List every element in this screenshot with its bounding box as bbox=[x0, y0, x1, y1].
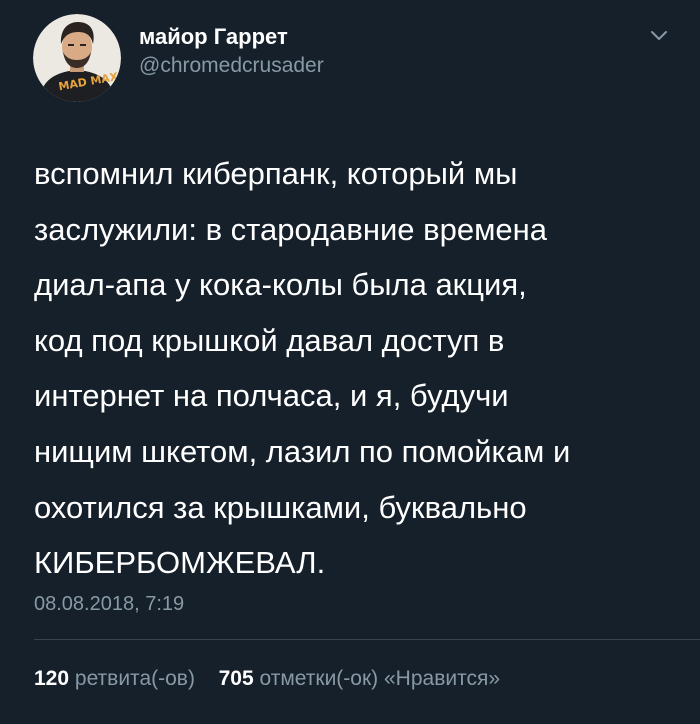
tweet-card: MAD MAX майор Гаррет @chromedcrusader вс… bbox=[0, 0, 700, 724]
tweet-text-line: КИБЕРБОМЖЕВАЛ. bbox=[34, 545, 326, 581]
tweet-text-line: интернет на полчаса, и я, будучи bbox=[34, 378, 509, 414]
retweets-label: ретвита(-ов) bbox=[74, 667, 195, 690]
tweet-text-line: заслужили: в стародавние времена bbox=[34, 211, 547, 247]
likes-stat[interactable]: 705 отметки(-ок) «Нравится» bbox=[219, 667, 500, 690]
tweet-text-line: нищим шкетом, лазил по помойкам и bbox=[34, 433, 571, 469]
tweet-text-line: код под крышкой давал доступ в bbox=[34, 322, 505, 358]
tweet-text-line: диал-апа у кока-колы была акция, bbox=[34, 267, 527, 303]
avatar-image: MAD MAX bbox=[33, 14, 121, 102]
author-display-name[interactable]: майор Гаррет bbox=[139, 24, 288, 50]
retweets-stat[interactable]: 120 ретвита(-ов) bbox=[34, 667, 201, 690]
retweets-count: 120 bbox=[34, 667, 70, 690]
tweet-text-line: вспомнил киберпанк, который мы bbox=[34, 156, 518, 191]
likes-count: 705 bbox=[218, 667, 254, 690]
likes-label: отметки(-ок) «Нравится» bbox=[259, 667, 501, 690]
divider bbox=[34, 639, 700, 640]
avatar[interactable]: MAD MAX bbox=[33, 14, 121, 102]
chevron-down-icon[interactable] bbox=[648, 28, 670, 44]
author-handle[interactable]: @chromedcrusader bbox=[139, 54, 324, 78]
tweet-text-line: охотился за крышками, буквально bbox=[34, 489, 527, 525]
tweet-stats: 120 ретвита(-ов) 705 отметки(-ок) «Нрави… bbox=[34, 667, 500, 691]
tweet-text: вспомнил киберпанк, который мы заслужили… bbox=[34, 146, 674, 591]
tweet-timestamp[interactable]: 08.08.2018, 7:19 bbox=[34, 593, 184, 616]
